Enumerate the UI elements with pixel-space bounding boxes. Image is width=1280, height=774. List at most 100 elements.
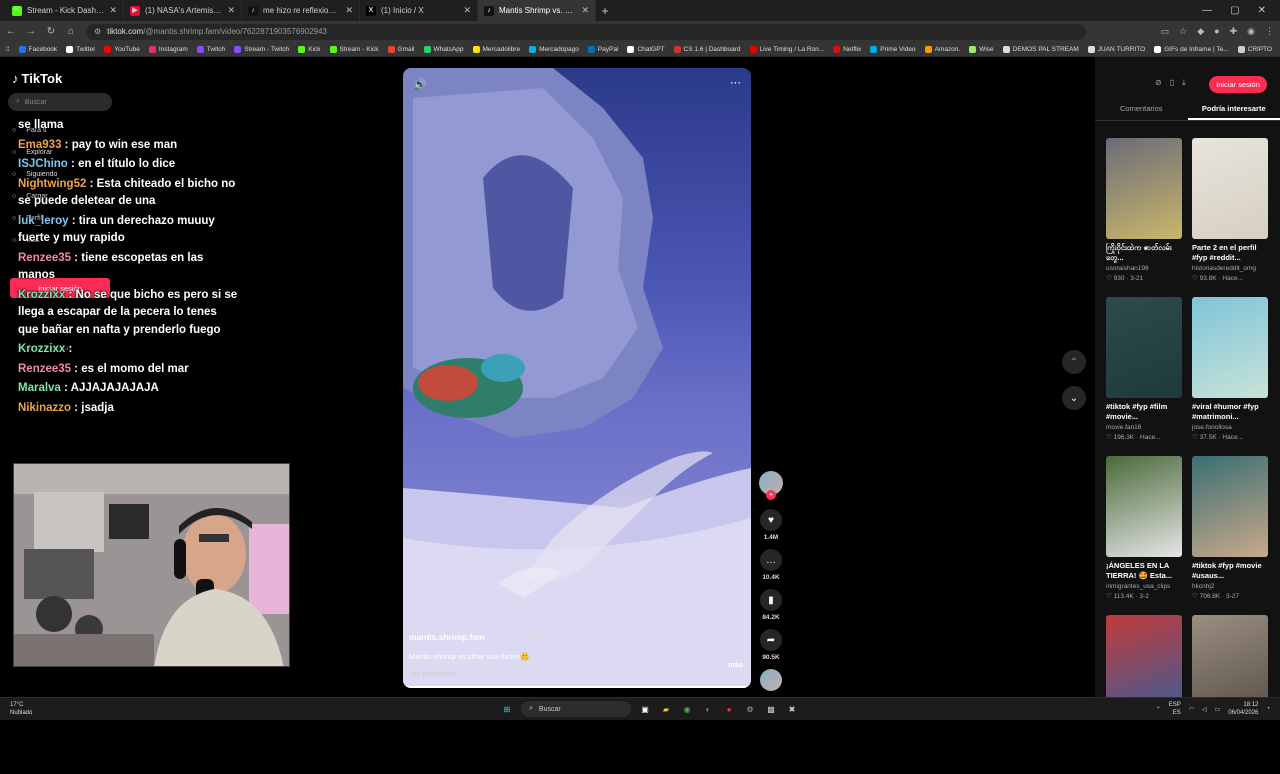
new-tab-button[interactable]: + xyxy=(596,4,614,18)
chrome-icon[interactable]: ◉ xyxy=(680,702,694,716)
bookmark-item[interactable]: Mercadopago xyxy=(529,46,579,53)
maximize-icon[interactable]: ▢ xyxy=(1230,5,1239,16)
video-player[interactable]: 🔊 ⋯ mantis.shrimp.fam · Hace 1 semana(s)… xyxy=(403,68,751,688)
app-icon[interactable]: ▩ xyxy=(764,702,778,716)
tab-suggested[interactable]: Podría interesarte xyxy=(1188,101,1280,120)
tab-comments[interactable]: Comentarios xyxy=(1095,101,1188,120)
suggested-video-card[interactable]: Parte 2 en el perfil #fyp #reddit...hist… xyxy=(1192,138,1268,297)
app-icon[interactable]: ✖ xyxy=(785,702,799,716)
minimize-icon[interactable]: — xyxy=(1202,5,1212,16)
bookmark-item[interactable]: Stream - Twitch xyxy=(234,46,289,53)
bookmark-item[interactable]: Twitter xyxy=(66,46,95,53)
header-login-button[interactable]: Iniciar sesión xyxy=(1209,76,1267,93)
bookmark-item[interactable]: Stream - Kick xyxy=(330,46,379,53)
video-thumbnail[interactable] xyxy=(1106,456,1182,557)
bookmark-item[interactable]: PayPal xyxy=(588,46,619,53)
bookmark-item[interactable]: DEMOS PAL STREAM xyxy=(1003,46,1079,53)
notifications-bell-icon[interactable]: ◔ xyxy=(1266,706,1270,712)
video-thumbnail[interactable] xyxy=(1106,297,1182,398)
extension-icon[interactable]: ◆ xyxy=(1197,26,1204,37)
suggested-video-card[interactable]: ¡ÁNGELES EN LA TIERRA! 🤩 Esta...inmigran… xyxy=(1106,456,1182,615)
tab-close-icon[interactable]: ✕ xyxy=(109,5,117,16)
menu-icon[interactable]: ⋮ xyxy=(1265,26,1274,37)
bookmark-item[interactable]: CS 1.6 | Dashboard xyxy=(674,46,741,53)
translate-link[interactable]: Ver traducción xyxy=(409,669,749,678)
previous-video-chevron-up-icon[interactable]: ⌃ xyxy=(1062,350,1086,374)
battery-icon[interactable]: ▭ xyxy=(1215,706,1221,713)
extension-icon[interactable]: ● xyxy=(1214,26,1219,37)
share-arrow-icon[interactable]: ➦ xyxy=(760,629,782,651)
cast-icon[interactable]: ▭ xyxy=(1161,26,1170,37)
windows-start-icon[interactable]: ⊞ xyxy=(500,702,514,716)
bookmark-item[interactable]: ChatGPT xyxy=(627,46,664,53)
tab-close-icon[interactable]: ✕ xyxy=(227,5,235,16)
comment-icon[interactable]: … xyxy=(760,549,782,571)
bookmark-item[interactable]: JUAN TURRITO xyxy=(1088,46,1145,53)
url-input[interactable]: ⚙ tiktok.com/@mantis.shrimp.fam/video/76… xyxy=(86,24,1086,40)
reload-icon[interactable]: ↻ xyxy=(46,26,56,37)
profile-icon[interactable]: ◉ xyxy=(1247,26,1255,37)
card-username[interactable]: historiasdereddit_omg xyxy=(1192,265,1268,272)
weather-widget[interactable]: 17°C Nublado xyxy=(10,701,32,717)
bookmark-item[interactable]: GIFs de Inframe | Te... xyxy=(1154,46,1228,53)
device-icon[interactable]: ▯ xyxy=(1170,78,1174,88)
browser-tab[interactable]: X(1) Inicio / X✕ xyxy=(360,0,478,21)
card-username[interactable]: hkcnhj2 xyxy=(1192,583,1268,590)
bookmark-item[interactable]: WhatsApp xyxy=(424,46,464,53)
download-icon[interactable]: ⤓ xyxy=(1182,78,1186,88)
more-options-icon[interactable]: ⋯ xyxy=(730,76,741,89)
bookmark-item[interactable]: Twitch xyxy=(197,46,225,53)
video-thumbnail[interactable] xyxy=(1192,297,1268,398)
author-avatar[interactable]: + xyxy=(759,471,783,495)
bookmark-item[interactable]: Gmail xyxy=(388,46,415,53)
tab-close-icon[interactable]: ✕ xyxy=(345,5,353,16)
more-description-link[interactable]: más xyxy=(728,660,743,669)
bookmark-item[interactable]: Amazon. xyxy=(925,46,961,53)
tiktok-logo[interactable]: ♪TikTok xyxy=(12,71,62,86)
follow-plus-icon[interactable]: + xyxy=(766,490,776,500)
file-explorer-icon[interactable]: ▰ xyxy=(659,702,673,716)
browser-tab[interactable]: ♪me hizo re reflexionar una bar✕ xyxy=(242,0,360,21)
suggested-video-card[interactable] xyxy=(1192,615,1268,774)
save-bookmark-icon[interactable]: ▮ xyxy=(760,589,782,611)
like-heart-icon[interactable]: ♥ xyxy=(760,509,782,531)
tab-close-icon[interactable]: ✕ xyxy=(463,5,471,16)
card-username[interactable]: inmigrantes_usa_clips xyxy=(1106,583,1182,590)
bookmark-item[interactable]: Netflix xyxy=(833,46,861,53)
suggested-video-card[interactable]: ကြိုးဝိုင်းထဲက ဇာတ်လမ်းတွေ...usoraishan1… xyxy=(1106,138,1182,297)
browser-tab[interactable]: ▶(1) NASA's Artemis II Crew Flies✕ xyxy=(124,0,242,21)
taskbar-search[interactable]: ⌕Buscar xyxy=(521,701,631,717)
bookmark-item[interactable]: Facebook xyxy=(19,46,58,53)
tiktok-search-input[interactable]: ⌕Buscar xyxy=(8,93,112,111)
site-info-icon[interactable]: ⚙ xyxy=(94,27,101,36)
bookmark-item[interactable]: Kick xyxy=(298,46,320,53)
tray-chevron-icon[interactable]: ⌃ xyxy=(1156,706,1161,713)
bookmark-item[interactable]: Mercadolibre xyxy=(473,46,521,53)
network-icon[interactable]: ◠ xyxy=(1189,706,1194,713)
language-indicator[interactable]: ESPES xyxy=(1169,701,1181,717)
bookmark-item[interactable]: Live Timing / La Ron... xyxy=(750,46,825,53)
video-progress-bar[interactable] xyxy=(403,686,751,688)
video-thumbnail[interactable] xyxy=(1192,138,1268,239)
steam-icon[interactable]: ⚙ xyxy=(743,702,757,716)
clock[interactable]: 18:1206/04/2026 xyxy=(1228,701,1258,717)
tab-close-icon[interactable]: ✕ xyxy=(581,5,589,16)
suggested-video-card[interactable]: #tiktok #fyp #film #movie...movie.fan16♡… xyxy=(1106,297,1182,456)
author-name[interactable]: mantis.shrimp.fam xyxy=(409,632,485,642)
puzzle-icon[interactable]: ✚ xyxy=(1230,26,1238,37)
apps-grid-icon[interactable]: ⁞⁞ xyxy=(6,46,10,53)
back-icon[interactable]: ← xyxy=(6,26,16,37)
bookmark-item[interactable]: YouTube xyxy=(104,46,140,53)
browser-icon[interactable]: ● xyxy=(722,702,736,716)
bookmark-item[interactable]: Prime Video xyxy=(870,46,915,53)
home-icon[interactable]: ⌂ xyxy=(66,26,76,37)
coin-icon[interactable]: ⊘ xyxy=(1155,78,1162,88)
suggested-video-card[interactable]: #viral #humor #fyp #matrimoni...jose.fon… xyxy=(1192,297,1268,456)
video-author[interactable]: mantis.shrimp.fam · Hace 1 semana(s) xyxy=(409,632,749,642)
card-username[interactable]: jose.fonollosa xyxy=(1192,424,1268,431)
bookmark-item[interactable]: CRIPTO xyxy=(1238,46,1272,53)
next-video-chevron-down-icon[interactable]: ⌄ xyxy=(1062,386,1086,410)
bookmark-item[interactable]: Instagram xyxy=(149,46,188,53)
volume-tray-icon[interactable]: ◁ xyxy=(1202,706,1207,713)
video-thumbnail[interactable] xyxy=(1192,456,1268,557)
